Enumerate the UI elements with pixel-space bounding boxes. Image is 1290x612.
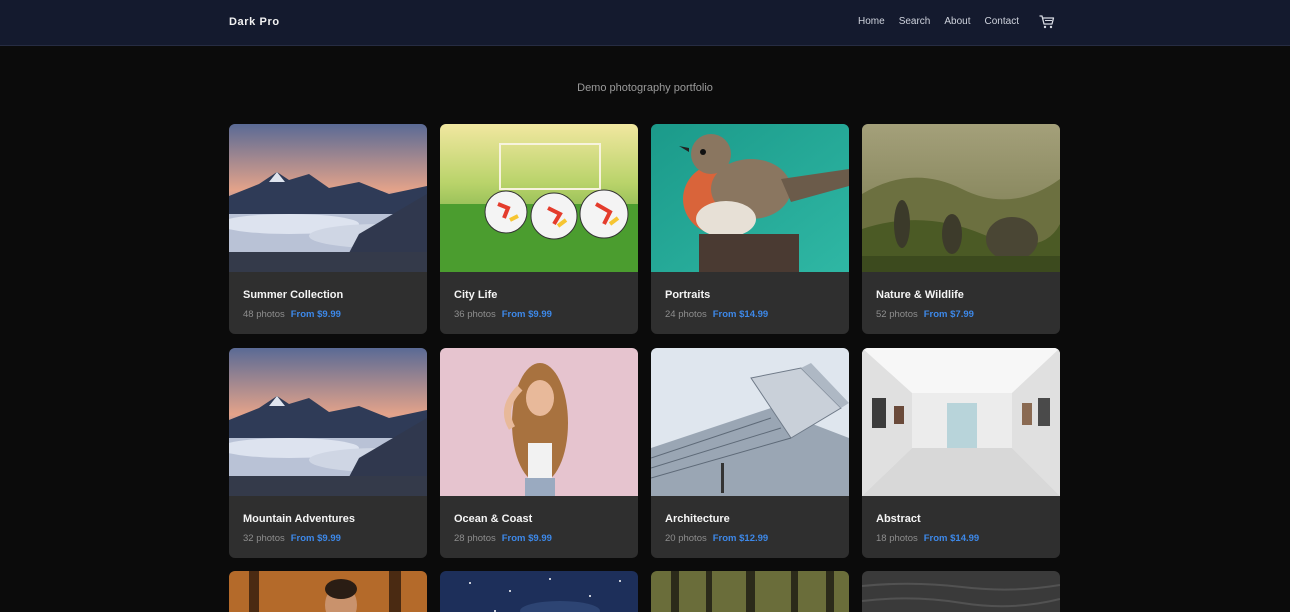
white-gallery-image bbox=[862, 348, 1060, 496]
collection-card[interactable] bbox=[229, 571, 427, 612]
soccer-balls-image bbox=[440, 124, 638, 272]
card-title: Architecture bbox=[665, 513, 730, 525]
cart-icon[interactable] bbox=[1039, 14, 1055, 30]
photo-count: 20 photos bbox=[665, 533, 707, 544]
collection-card[interactable]: Abstract 18 photos From $14.99 bbox=[862, 348, 1060, 558]
card-title: Portraits bbox=[665, 289, 711, 301]
dark-water-image bbox=[862, 571, 1060, 612]
card-title: Ocean & Coast bbox=[454, 513, 533, 525]
collection-card[interactable]: Mountain Adventures 32 photos From $9.99 bbox=[229, 348, 427, 558]
collection-card[interactable] bbox=[862, 571, 1060, 612]
card-meta: 28 photos From $9.99 bbox=[454, 533, 552, 544]
card-meta: 48 photos From $9.99 bbox=[243, 309, 341, 320]
nav-home[interactable]: Home bbox=[858, 16, 885, 27]
price-label: From $7.99 bbox=[923, 309, 974, 320]
nav-search[interactable]: Search bbox=[899, 16, 931, 27]
photo-count: 28 photos bbox=[454, 533, 496, 544]
price-label: From $9.99 bbox=[501, 309, 552, 320]
card-meta: 20 photos From $12.99 bbox=[665, 533, 768, 544]
price-label: From $12.99 bbox=[712, 533, 769, 544]
card-meta: 36 photos From $9.99 bbox=[454, 309, 552, 320]
man-forest-image bbox=[229, 571, 427, 612]
collection-card[interactable]: City Life 36 photos From $9.99 bbox=[440, 124, 638, 334]
starry-sky-image bbox=[440, 571, 638, 612]
collection-card[interactable]: Nature & Wildlife 52 photos From $7.99 bbox=[862, 124, 1060, 334]
main-nav: Home Search About Contact bbox=[858, 16, 1019, 27]
card-meta: 24 photos From $14.99 bbox=[665, 309, 768, 320]
collection-card[interactable]: Architecture 20 photos From $12.99 bbox=[651, 348, 849, 558]
mountain-sunset-image bbox=[229, 348, 427, 496]
photo-count: 52 photos bbox=[876, 309, 918, 320]
price-label: From $14.99 bbox=[712, 309, 769, 320]
collection-card[interactable] bbox=[440, 571, 638, 612]
top-navbar: Dark Pro Home Search About Contact bbox=[0, 0, 1290, 46]
nav-contact[interactable]: Contact bbox=[985, 16, 1019, 27]
robin-bird-image bbox=[651, 124, 849, 272]
card-title: Nature & Wildlife bbox=[876, 289, 964, 301]
collection-card[interactable]: Portraits 24 photos From $14.99 bbox=[651, 124, 849, 334]
photo-count: 36 photos bbox=[454, 309, 496, 320]
price-label: From $9.99 bbox=[290, 533, 341, 544]
card-title: City Life bbox=[454, 289, 498, 301]
card-meta: 32 photos From $9.99 bbox=[243, 533, 341, 544]
collection-card[interactable]: Ocean & Coast 28 photos From $9.99 bbox=[440, 348, 638, 558]
photo-count: 18 photos bbox=[876, 533, 918, 544]
price-label: From $9.99 bbox=[501, 533, 552, 544]
collection-card[interactable]: Summer Collection 48 photos From $9.99 bbox=[229, 124, 427, 334]
card-meta: 52 photos From $7.99 bbox=[876, 309, 974, 320]
brand-logo[interactable]: Dark Pro bbox=[229, 16, 280, 28]
price-label: From $14.99 bbox=[923, 533, 980, 544]
modern-building-image bbox=[651, 348, 849, 496]
price-label: From $9.99 bbox=[290, 309, 341, 320]
card-title: Abstract bbox=[876, 513, 921, 525]
card-title: Summer Collection bbox=[243, 289, 344, 301]
woman-portrait-image bbox=[440, 348, 638, 496]
collection-card[interactable] bbox=[651, 571, 849, 612]
mountain-sunset-image bbox=[229, 124, 427, 272]
green-valley-image bbox=[862, 124, 1060, 272]
card-meta: 18 photos From $14.99 bbox=[876, 533, 979, 544]
forest-image bbox=[651, 571, 849, 612]
photo-count: 48 photos bbox=[243, 309, 285, 320]
card-title: Mountain Adventures bbox=[243, 513, 356, 525]
nav-about[interactable]: About bbox=[944, 16, 970, 27]
page-tagline: Demo photography portfolio bbox=[577, 82, 713, 94]
photo-count: 32 photos bbox=[243, 533, 285, 544]
photo-count: 24 photos bbox=[665, 309, 707, 320]
